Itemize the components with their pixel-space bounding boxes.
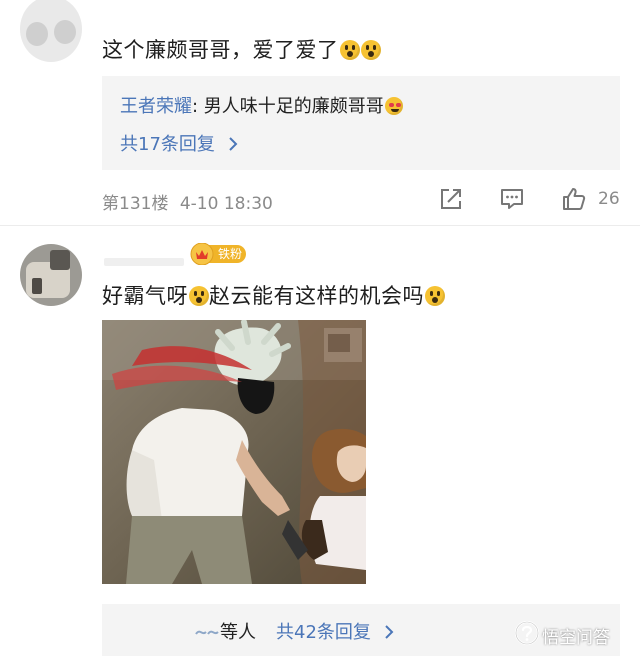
reply-preview-line: 王者荣耀: 男人味十足的廉颇哥哥 xyxy=(120,92,403,118)
comment-body: 这个廉颇哥哥，爱了爱了 xyxy=(102,38,339,62)
watermark-text: 悟空问答 xyxy=(542,628,610,648)
like-count: 26 xyxy=(598,189,620,209)
comment-text: 好霸气呀 赵云能有这样的机会吗 xyxy=(102,280,445,310)
fan-badge-label: 铁粉 xyxy=(218,247,243,261)
heart-eyes-emoji xyxy=(384,97,403,115)
like-icon[interactable] xyxy=(561,186,587,212)
divider xyxy=(0,225,640,226)
reply-preview-box[interactable]: 王者荣耀: 男人味十足的廉颇哥哥 共17条回复 xyxy=(102,76,620,170)
scream-emoji xyxy=(360,40,381,60)
comment-photo[interactable] xyxy=(102,320,366,584)
chevron-right-icon xyxy=(384,625,394,639)
view-replies-link[interactable]: 共17条回复 xyxy=(120,130,239,156)
reply-username[interactable]: 王者荣耀 xyxy=(120,96,192,117)
chevron-right-icon xyxy=(228,137,238,151)
scream-emoji xyxy=(339,40,360,60)
comment-body-part2: 赵云能有这样的机会吗 xyxy=(209,284,424,308)
username[interactable] xyxy=(104,258,184,266)
comment-text: 这个廉颇哥哥，爱了爱了 xyxy=(102,34,381,64)
avatar[interactable] xyxy=(20,244,82,306)
scream-emoji xyxy=(189,286,209,306)
comment-icon[interactable] xyxy=(499,186,525,212)
reply-users-suffix: 等人 xyxy=(220,622,256,643)
wukong-logo-icon xyxy=(514,620,540,646)
view-replies-label: 共17条回复 xyxy=(120,134,215,155)
timestamp: 4-10 18:30 xyxy=(179,194,273,214)
comment-body-part1: 好霸气呀 xyxy=(102,284,188,308)
floor-number: 第131楼 xyxy=(102,194,169,214)
avatar[interactable] xyxy=(20,0,82,62)
view-replies-link[interactable]: 共42条回复 xyxy=(276,618,395,644)
blurred-usernames xyxy=(195,630,219,635)
reply-text: 男人味十足的廉颇哥哥 xyxy=(198,96,384,117)
comment-meta: 第131楼 4-10 18:30 xyxy=(102,189,273,214)
share-icon[interactable] xyxy=(438,186,464,212)
scream-emoji xyxy=(425,286,445,306)
view-replies-label: 共42条回复 xyxy=(276,622,371,643)
